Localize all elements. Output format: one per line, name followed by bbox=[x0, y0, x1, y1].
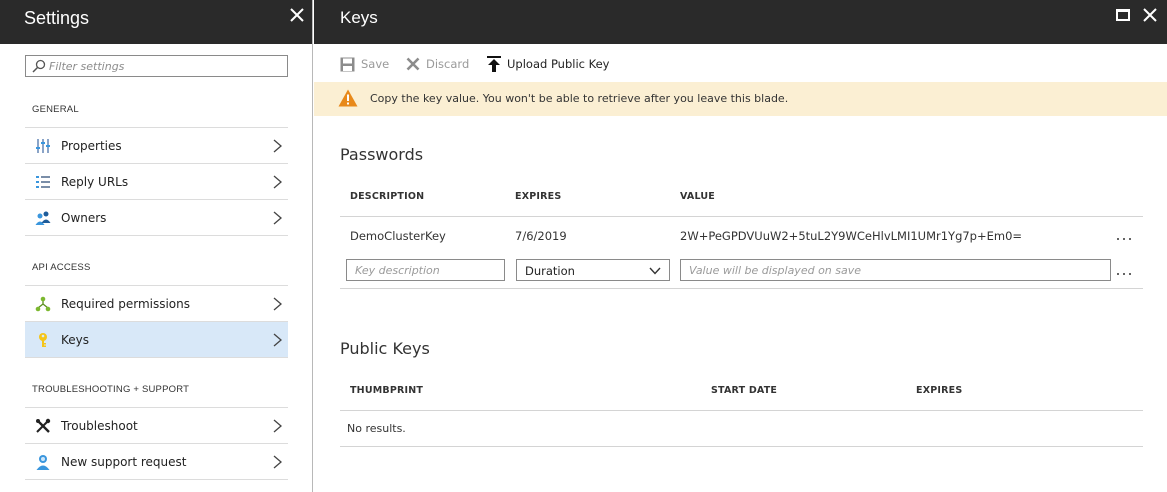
support-list: Troubleshoot New support request bbox=[25, 407, 288, 480]
divider bbox=[340, 410, 1143, 411]
settings-title: Settings bbox=[24, 8, 90, 28]
more-options-icon[interactable] bbox=[1115, 235, 1133, 243]
filter-settings-field[interactable] bbox=[25, 55, 288, 77]
chevron-right-icon bbox=[273, 139, 282, 153]
column-header-start-date: START DATE bbox=[711, 385, 778, 396]
properties-icon bbox=[36, 139, 50, 153]
key-value-input[interactable] bbox=[680, 259, 1111, 281]
chevron-right-icon bbox=[273, 455, 282, 469]
discard-icon bbox=[406, 57, 420, 71]
passwords-heading: Passwords bbox=[340, 145, 424, 164]
key-icon bbox=[39, 333, 47, 347]
key-description-input[interactable] bbox=[346, 259, 505, 281]
key-expires: 7/6/2019 bbox=[515, 229, 567, 243]
empty-results-text: No results. bbox=[347, 422, 406, 435]
key-value[interactable]: 2W+PeGPDVUuW2+5tuL2Y9WCeHlvLMI1UMr1Yg7p+… bbox=[680, 229, 1022, 243]
column-header-value: VALUE bbox=[680, 191, 715, 202]
warning-icon bbox=[338, 89, 358, 107]
reply-urls-icon bbox=[36, 176, 50, 188]
maximize-icon[interactable] bbox=[1116, 9, 1130, 21]
sidebar-item-new-support-request[interactable]: New support request bbox=[25, 444, 288, 480]
sidebar-item-label: Keys bbox=[61, 333, 90, 347]
sidebar-item-keys[interactable]: Keys bbox=[25, 322, 288, 358]
keys-title: Keys bbox=[340, 8, 378, 27]
column-header-expires: EXPIRES bbox=[916, 385, 963, 396]
sidebar-item-owners[interactable]: Owners bbox=[25, 200, 288, 236]
warning-banner: Copy the key value. You won't be able to… bbox=[314, 82, 1167, 116]
divider bbox=[340, 446, 1143, 447]
public-keys-heading: Public Keys bbox=[340, 339, 430, 358]
duration-value: Duration bbox=[525, 264, 575, 278]
divider bbox=[340, 216, 1143, 217]
search-icon bbox=[32, 59, 46, 73]
sidebar-item-label: Reply URLs bbox=[61, 175, 129, 189]
command-bar: Save Discard Upload Public Key bbox=[314, 44, 1167, 82]
sidebar-item-label: New support request bbox=[61, 455, 187, 469]
more-options-icon[interactable] bbox=[1115, 270, 1133, 278]
sidebar-item-label: Required permissions bbox=[61, 297, 191, 311]
permissions-icon bbox=[35, 296, 51, 312]
chevron-down-icon bbox=[649, 267, 661, 275]
sidebar-item-label: Troubleshoot bbox=[61, 419, 138, 433]
sidebar-item-reply-urls[interactable]: Reply URLs bbox=[25, 164, 288, 200]
support-request-icon bbox=[36, 455, 50, 470]
upload-icon bbox=[487, 56, 501, 72]
save-button[interactable]: Save bbox=[340, 54, 389, 74]
filter-settings-input[interactable] bbox=[49, 57, 279, 75]
section-heading-general: GENERAL bbox=[32, 104, 79, 115]
sidebar-item-label: Properties bbox=[61, 139, 122, 153]
close-icon[interactable] bbox=[289, 7, 305, 23]
sidebar-item-properties[interactable]: Properties bbox=[25, 128, 288, 164]
warning-text: Copy the key value. You won't be able to… bbox=[370, 92, 789, 105]
api-access-list: Required permissions Keys bbox=[25, 285, 288, 358]
section-heading-troubleshooting: TROUBLESHOOTING + SUPPORT bbox=[32, 384, 190, 395]
chevron-right-icon bbox=[273, 211, 282, 225]
discard-label: Discard bbox=[426, 57, 470, 71]
sidebar-item-required-permissions[interactable]: Required permissions bbox=[25, 286, 288, 322]
keys-header: Keys bbox=[314, 0, 1167, 44]
save-icon bbox=[340, 57, 355, 71]
duration-select[interactable]: Duration bbox=[516, 259, 670, 281]
keys-blade: Keys Save Discard Upload Public Key Copy… bbox=[314, 0, 1167, 492]
chevron-right-icon bbox=[273, 175, 282, 189]
troubleshoot-icon bbox=[36, 418, 51, 433]
column-header-thumbprint: THUMBPRINT bbox=[350, 385, 424, 396]
column-header-expires: EXPIRES bbox=[515, 191, 562, 202]
upload-label: Upload Public Key bbox=[507, 57, 610, 71]
close-icon[interactable] bbox=[1143, 8, 1157, 22]
save-label: Save bbox=[361, 57, 390, 71]
chevron-right-icon bbox=[273, 333, 282, 347]
divider bbox=[340, 288, 1143, 289]
owners-icon bbox=[35, 211, 51, 225]
settings-blade: Settings GENERAL Properties bbox=[0, 0, 313, 492]
settings-header: Settings bbox=[0, 0, 312, 44]
column-header-description: DESCRIPTION bbox=[350, 191, 425, 202]
general-list: Properties Reply URLs Owners bbox=[25, 127, 288, 236]
discard-button[interactable]: Discard bbox=[406, 54, 469, 74]
chevron-right-icon bbox=[273, 419, 282, 433]
sidebar-item-label: Owners bbox=[61, 211, 107, 225]
chevron-right-icon bbox=[273, 297, 282, 311]
sidebar-item-troubleshoot[interactable]: Troubleshoot bbox=[25, 408, 288, 444]
key-description: DemoClusterKey bbox=[350, 229, 446, 243]
section-heading-api-access: API ACCESS bbox=[32, 262, 91, 273]
upload-public-key-button[interactable]: Upload Public Key bbox=[487, 54, 610, 74]
